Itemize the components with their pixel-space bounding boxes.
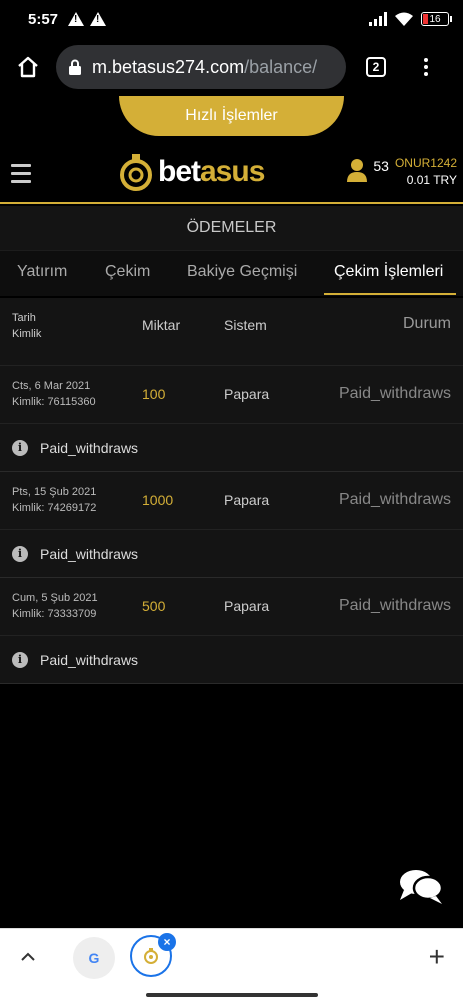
wifi-icon xyxy=(395,12,413,26)
row-system: Papara xyxy=(224,386,270,402)
warning-icon xyxy=(68,12,85,26)
row-id: Kimlik: 76115360 xyxy=(12,396,96,408)
table-row: Pts, 15 Şub 2021 Kimlik: 74269172 1000 P… xyxy=(0,472,463,530)
tab-count: 2 xyxy=(366,57,386,77)
dot-icon xyxy=(424,65,428,69)
lock-icon xyxy=(69,59,81,75)
logo-text: betasus xyxy=(158,155,265,189)
signal-icon xyxy=(369,12,387,26)
tab-switcher-button[interactable]: 2 xyxy=(346,57,406,77)
table-header: Tarih Kimlik Miktar Sistem Durum xyxy=(0,298,463,366)
row-status: Paid_withdraws xyxy=(338,385,451,402)
row-date: Pts, 15 Şub 2021 xyxy=(12,486,97,498)
hamburger-menu-icon[interactable] xyxy=(11,164,31,183)
quick-actions-button[interactable]: Hızlı İşlemler xyxy=(119,96,344,136)
table-row: Cum, 5 Şub 2021 Kimlik: 73333709 500 Pap… xyxy=(0,578,463,636)
site-header: Hızlı İşlemler betasus 53 ONUR1242 0.01 … xyxy=(0,96,463,204)
row-amount: 500 xyxy=(142,598,166,614)
info-icon: i xyxy=(12,545,28,562)
live-chat-button[interactable] xyxy=(398,866,444,906)
close-tab-icon[interactable]: × xyxy=(158,933,176,951)
payment-tabs: Yatırım Çekim Bakiye Geçmişi Çekim İşlem… xyxy=(0,250,463,296)
username: ONUR1242 xyxy=(394,156,457,170)
row-id: Kimlik: 73333709 xyxy=(12,608,97,620)
row-note-text: Paid_withdraws xyxy=(40,651,139,668)
warning-icon xyxy=(90,12,107,26)
user-balance: 0.01 TRY xyxy=(406,173,457,187)
row-amount: 100 xyxy=(142,386,166,402)
row-system: Papara xyxy=(224,598,270,614)
row-date: Cum, 5 Şub 2021 xyxy=(12,592,98,604)
header-date: Tarih xyxy=(12,312,36,324)
row-date: Cts, 6 Mar 2021 xyxy=(12,380,91,392)
row-amount: 1000 xyxy=(142,492,174,508)
chevron-up-icon[interactable] xyxy=(20,949,36,965)
user-icon xyxy=(347,159,368,182)
row-status: Paid_withdraws xyxy=(338,597,451,614)
url-path: /balance/ xyxy=(244,56,318,77)
header-amount: Miktar xyxy=(142,317,181,333)
row-note-text: Paid_withdraws xyxy=(40,545,139,562)
url-text: m.betasus274.com/balance/ xyxy=(92,57,317,78)
logo-mark-icon xyxy=(120,154,152,191)
dot-icon xyxy=(424,58,428,62)
home-icon xyxy=(18,56,38,78)
address-bar[interactable]: m.betasus274.com/balance/ xyxy=(56,45,346,89)
chat-bubbles-icon xyxy=(400,870,444,904)
info-icon: i xyxy=(12,439,28,456)
new-tab-button[interactable]: + xyxy=(429,943,445,971)
header-id: Kimlik xyxy=(12,328,42,340)
table-row: Cts, 6 Mar 2021 Kimlik: 76115360 100 Pap… xyxy=(0,366,463,424)
user-account[interactable]: 53 ONUR1242 0.01 TRY xyxy=(347,156,457,187)
url-host: m.betasus274.com xyxy=(92,56,245,77)
row-note: i Paid_withdraws xyxy=(0,636,463,684)
status-bar: 5:57 16 xyxy=(0,0,463,38)
tab-withdraw-transactions[interactable]: Çekim İşlemleri xyxy=(334,263,443,281)
google-tab[interactable]: G xyxy=(73,937,115,979)
info-icon: i xyxy=(12,651,28,668)
bottom-tab-strip: G + xyxy=(0,928,463,988)
logo-prefix: bet xyxy=(158,155,201,188)
logo-suffix: asus xyxy=(200,155,265,188)
page-title: ÖDEMELER xyxy=(0,206,463,250)
header-system: Sistem xyxy=(224,317,267,333)
header-status: Durum xyxy=(402,315,451,332)
battery-icon: 16 xyxy=(421,12,452,26)
site-favicon-icon xyxy=(144,948,158,964)
user-points: 53 xyxy=(373,158,389,174)
row-note-text: Paid_withdraws xyxy=(40,439,139,456)
row-note: i Paid_withdraws xyxy=(0,530,463,578)
home-gesture-handle[interactable] xyxy=(146,993,318,997)
gesture-bar xyxy=(0,988,463,1004)
battery-level: 16 xyxy=(429,13,441,25)
tab-withdraw[interactable]: Çekim xyxy=(105,263,150,281)
more-menu-button[interactable] xyxy=(406,58,446,76)
google-icon: G xyxy=(88,950,100,966)
row-status: Paid_withdraws xyxy=(338,491,451,508)
withdraw-table: Tarih Kimlik Miktar Sistem Durum Cts, 6 … xyxy=(0,298,463,684)
header-divider xyxy=(0,202,463,204)
dot-icon xyxy=(424,72,428,76)
row-note: i Paid_withdraws xyxy=(0,424,463,472)
tab-balance-history[interactable]: Bakiye Geçmişi xyxy=(187,263,297,281)
site-logo[interactable]: betasus xyxy=(118,152,265,192)
row-id: Kimlik: 74269172 xyxy=(12,502,97,514)
tab-deposit[interactable]: Yatırım xyxy=(17,263,67,281)
browser-toolbar: m.betasus274.com/balance/ 2 xyxy=(0,38,463,96)
row-system: Papara xyxy=(224,492,270,508)
status-time: 5:57 xyxy=(28,10,59,28)
home-button[interactable] xyxy=(0,38,56,96)
active-tab-indicator xyxy=(324,293,456,295)
